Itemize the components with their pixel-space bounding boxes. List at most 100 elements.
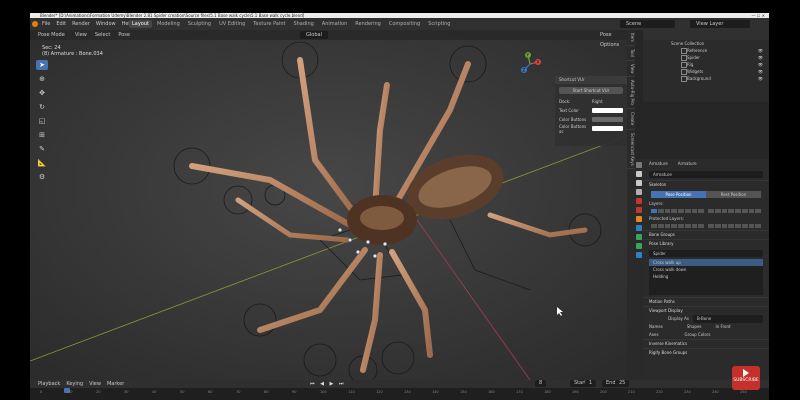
shapes-checkbox[interactable]: Shapes — [687, 323, 702, 331]
eye-icon[interactable]: 👁 — [758, 54, 763, 61]
color-buttons-swatch[interactable] — [592, 117, 623, 122]
tab-auto-rig-pro[interactable]: Auto-Rig Pro — [627, 77, 635, 110]
timeline-ruler[interactable]: 0 10 20 30 40 50 60 70 80 90 100 110 120… — [30, 388, 769, 400]
menu-view[interactable]: View — [89, 380, 101, 388]
menu-pose[interactable]: Pose — [118, 30, 130, 40]
eye-icon[interactable]: 👁 — [758, 47, 763, 54]
list-item[interactable]: Cross walk down — [649, 266, 763, 273]
eye-icon[interactable]: 👁 — [758, 61, 763, 68]
3d-viewport[interactable]: Pose Mode View Select Pose Global Pose O… — [30, 30, 627, 380]
pose-tool-icon[interactable]: ⚙ — [36, 172, 48, 182]
menu-render[interactable]: Render — [72, 18, 90, 30]
menu-view[interactable]: View — [75, 30, 87, 40]
render-tab-icon[interactable] — [636, 171, 642, 177]
menu-window[interactable]: Window — [96, 18, 116, 30]
menu-file[interactable]: File — [42, 18, 50, 30]
current-frame-field[interactable]: 8 — [535, 380, 547, 387]
pose-library-section[interactable]: Pose Library — [643, 239, 769, 248]
bone-groups-section[interactable]: Bone Groups — [643, 230, 769, 239]
tab-scripting[interactable]: Scripting — [425, 20, 453, 28]
color-buttons-active-swatch[interactable] — [592, 126, 623, 131]
list-item[interactable]: Holding — [649, 273, 763, 280]
rigify-bone-groups-section[interactable]: Rigify Bone Groups — [643, 348, 769, 357]
scale-tool-icon[interactable]: ◱ — [36, 116, 48, 126]
skeleton-section[interactable]: Skeleton — [643, 180, 769, 189]
start-shortcut-vur-button[interactable]: Start Shortcut VUr — [559, 87, 623, 94]
tab-create[interactable]: Create — [627, 109, 635, 130]
armature-name-field[interactable]: Armature — [649, 171, 763, 178]
tab-texture-paint[interactable]: Texture Paint — [250, 20, 288, 28]
pose-position-button[interactable]: Pose Position — [651, 191, 706, 198]
tab-animation[interactable]: Animation — [319, 20, 351, 28]
move-tool-icon[interactable]: ✥ — [36, 88, 48, 98]
blender-logo-icon[interactable] — [32, 21, 38, 27]
tab-sculpting[interactable]: Sculpting — [185, 20, 214, 28]
outliner-row-background[interactable]: Background 👁 — [643, 75, 769, 82]
tab-item[interactable]: Item — [627, 30, 635, 47]
scene-selector[interactable]: Scene — [620, 20, 675, 28]
cursor-tool-icon[interactable]: ⊕ — [36, 74, 48, 84]
protected-layers-grid[interactable] — [651, 224, 761, 228]
pose-options-button[interactable]: Pose Options — [600, 30, 627, 50]
menu-select[interactable]: Select — [95, 30, 110, 40]
constraint-tab-icon[interactable] — [636, 252, 642, 258]
outliner-row-reference[interactable]: Reference 👁 — [643, 47, 769, 54]
menu-edit[interactable]: Edit — [56, 18, 66, 30]
dock-value[interactable]: Right — [592, 99, 603, 104]
tab-screencast-keys[interactable]: Screencast Keys — [627, 130, 635, 170]
group-colors-checkbox[interactable]: Group Colors — [685, 331, 711, 339]
object-tab-icon[interactable] — [636, 216, 642, 222]
display-as-select[interactable]: B-Bone — [693, 315, 763, 323]
measure-tool-icon[interactable]: 📐 — [36, 158, 48, 168]
mode-selector[interactable]: Pose Mode — [38, 30, 65, 40]
tab-rendering[interactable]: Rendering — [352, 20, 384, 28]
menu-marker[interactable]: Marker — [107, 380, 124, 388]
menu-keying[interactable]: Keying — [66, 380, 83, 388]
data-tab-icon[interactable] — [636, 234, 642, 240]
playback-controls-icon[interactable]: ⏮ ◀ ▶ ⏭ — [310, 380, 345, 388]
rotate-tool-icon[interactable]: ↻ — [36, 102, 48, 112]
transform-tool-icon[interactable]: ⊞ — [36, 130, 48, 140]
viewport-display-section[interactable]: Viewport Display — [643, 306, 769, 315]
rest-position-button[interactable]: Rest Position — [706, 191, 761, 198]
tab-modeling[interactable]: Modeling — [154, 20, 183, 28]
list-item[interactable]: Cross walk up — [649, 259, 763, 266]
view-layer-selector[interactable]: View Layer — [690, 20, 750, 28]
inverse-kinematics-section[interactable]: Inverse Kinematics — [643, 339, 769, 348]
layers-grid[interactable] — [651, 209, 761, 213]
bone-tab-icon[interactable] — [636, 243, 642, 249]
end-frame-field[interactable]: 25 — [615, 380, 630, 387]
tab-layout[interactable]: Layout — [129, 20, 152, 28]
tab-tool[interactable]: Tool — [627, 46, 635, 61]
tab-view[interactable]: View — [627, 61, 635, 78]
outliner-row-widgets[interactable]: Widgets 👁 — [643, 68, 769, 75]
modifier-tab-icon[interactable] — [636, 225, 642, 231]
outliner-row-rig[interactable]: Rig 👁 — [643, 61, 769, 68]
axes-checkbox[interactable]: Axes — [649, 331, 659, 339]
outliner-row-spider[interactable]: Spider 👁 — [643, 54, 769, 61]
in-front-checkbox[interactable]: In Front — [716, 323, 731, 331]
eye-icon[interactable]: 👁 — [758, 68, 763, 75]
tab-uv-editing[interactable]: UV Editing — [216, 20, 248, 28]
annotate-tool-icon[interactable]: ✎ — [36, 144, 48, 154]
tool-tab-icon[interactable] — [636, 162, 642, 168]
menu-playback[interactable]: Playback — [38, 380, 60, 388]
names-checkbox[interactable]: Names — [649, 323, 663, 331]
shortcut-vur-title[interactable]: Shortcut VUr — [555, 76, 627, 84]
motion-paths-section[interactable]: Motion Paths — [643, 297, 769, 306]
view-layer-tab-icon[interactable] — [636, 189, 642, 195]
output-tab-icon[interactable] — [636, 180, 642, 186]
eye-icon[interactable]: 👁 — [758, 75, 763, 82]
outliner-scene-collection[interactable]: Scene Collection — [643, 40, 769, 47]
world-tab-icon[interactable] — [636, 207, 642, 213]
scene-tab-icon[interactable] — [636, 198, 642, 204]
tab-compositing[interactable]: Compositing — [386, 20, 423, 28]
transform-orientation[interactable]: Global — [300, 31, 328, 39]
select-tool-icon[interactable]: ➤ — [36, 60, 48, 70]
navigation-gizmo[interactable]: X Y Z — [518, 52, 542, 76]
tab-shading[interactable]: Shading — [290, 20, 316, 28]
pose-library-field[interactable]: Spider — [649, 250, 763, 257]
start-frame-field[interactable]: 1 — [585, 380, 597, 387]
text-color-swatch[interactable] — [592, 108, 623, 113]
subscribe-badge[interactable]: SUBSCRIBE — [732, 366, 760, 390]
